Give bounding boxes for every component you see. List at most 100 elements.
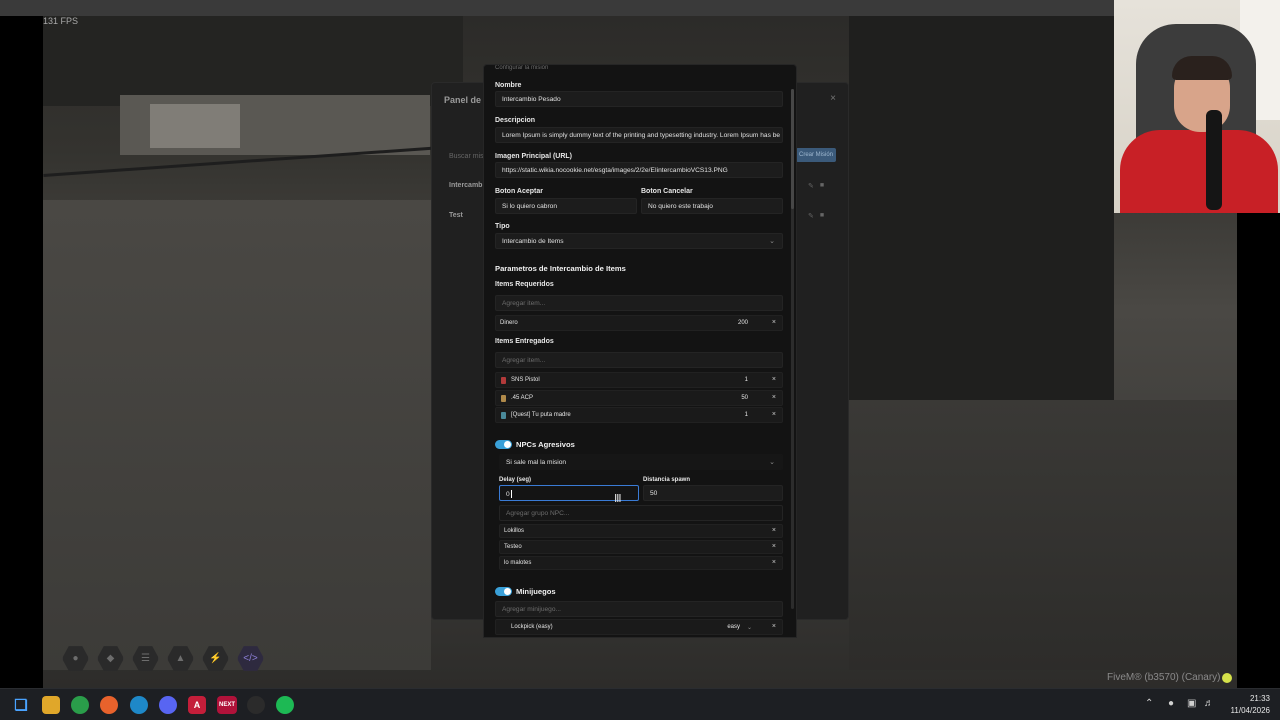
pistol-icon [501,377,506,384]
webcam-person-hair [1172,56,1232,80]
delete-icon[interactable]: ■ [820,212,824,220]
network-icon[interactable]: ▣ [1187,698,1196,709]
add-minigame-input[interactable]: Agregar minijuego... [495,601,783,617]
stamina-icon: ⚡ [202,646,229,671]
mission-row-label[interactable]: Intercamb [449,182,482,189]
hud-bar: ● ◆ ☰ ▲ ⚡ </> [62,645,264,672]
game-titlebar [0,0,1114,16]
add-required-item-input[interactable]: Agregar item... [495,295,783,311]
remove-minigame-icon[interactable]: × [772,623,776,630]
remove-item-icon[interactable]: × [772,394,776,401]
item-quantity[interactable]: 200 [738,320,748,326]
text-cursor-icon: Ⅲ [614,493,622,505]
clock-date: 11/04/2026 [1230,706,1270,715]
npcs-section-title: NPCs Agresivos [516,440,575,449]
file-explorer-icon[interactable] [42,696,60,714]
distance-input[interactable]: 50 [643,485,783,501]
delay-value: 0 [506,490,510,498]
fivem-status-icon [1222,673,1232,683]
item-name: SNS Pistol [511,377,540,383]
nombre-label: Nombre [495,82,522,89]
descripcion-input[interactable]: Lorem Ipsum is simply dummy text of the … [495,127,783,143]
minigame-difficulty[interactable]: easy [727,624,740,630]
delivered-item-row: [Quest] Tu puta madre 1 × [495,407,783,423]
item-quantity[interactable]: 50 [741,395,748,401]
remove-group-icon[interactable]: × [772,527,776,534]
app-a-icon[interactable]: A [188,696,206,714]
github-icon[interactable] [247,696,265,714]
clock-time: 21:33 [1249,694,1270,703]
chrome-icon[interactable] [71,696,89,714]
new-mission-button[interactable]: Crear Misión [796,148,836,162]
remove-item-icon[interactable]: × [772,376,776,383]
item-quantity[interactable]: 1 [745,377,748,383]
scrollbar-thumb[interactable] [791,89,794,209]
health-icon: ● [62,646,89,671]
toggle-knob [504,588,511,595]
windows-start-icon[interactable]: ❏ [12,696,30,714]
missions-search[interactable]: Buscar misi [449,153,485,160]
boton-aceptar-input[interactable]: Si lo quiero cabron [495,198,637,214]
add-delivered-item-input[interactable]: Agregar item... [495,352,783,368]
nombre-input[interactable]: Intercambio Pesado [495,91,783,107]
item-quantity[interactable]: 1 [745,412,748,418]
tipo-label: Tipo [495,223,510,230]
npcs-toggle[interactable] [495,440,512,449]
minigame-name: Lockpick (easy) [511,624,553,630]
remove-item-icon[interactable]: × [772,319,776,326]
npcs-mode-value: Si sale mal la mision [506,459,567,466]
tray-overflow-icon[interactable]: ⌃ [1145,698,1153,709]
chevron-down-icon[interactable]: ⌄ [747,624,752,631]
delivered-item-row: .45 ACP 50 × [495,390,783,406]
remove-group-icon[interactable]: × [772,543,776,550]
edit-icon[interactable]: ✎ [808,212,814,220]
boton-cancelar-label: Boton Cancelar [641,188,693,195]
dev-icon: </> [237,646,264,671]
npc-group-row: Lokillos × [499,524,783,538]
mission-row-actions: ✎ ■ [808,212,824,220]
discord-icon[interactable] [159,696,177,714]
item-name: Dinero [500,320,518,326]
webcam-microphone [1206,110,1222,210]
webcam-overlay [1114,0,1280,213]
tipo-select[interactable]: Intercambio de Items ⌄ [495,233,783,249]
npc-group-row: lo malotes × [499,556,783,570]
remove-item-icon[interactable]: × [772,411,776,418]
edit-icon[interactable]: ✎ [808,182,814,190]
minijuegos-section-title: Minijuegos [516,587,556,596]
scene-building [43,16,463,106]
imagen-url-input[interactable]: https://static.wikia.nocookie.net/esgta/… [495,162,783,178]
scene-barn [849,16,1114,416]
boton-cancelar-input[interactable]: No quiero este trabajo [641,198,783,214]
add-npc-group-input[interactable]: Agregar grupo NPC... [499,505,783,521]
distance-label: Distancia spawn [643,477,691,483]
minijuegos-toggle[interactable] [495,587,512,596]
mission-row-label[interactable]: Test [449,212,463,219]
npcs-mode-select[interactable]: Si sale mal la mision ⌄ [499,454,783,470]
delete-icon[interactable]: ■ [820,182,824,190]
quest-item-icon [501,412,506,419]
volume-icon[interactable]: ♬ [1204,698,1214,709]
firefox-icon[interactable] [100,696,118,714]
taskbar: ❏ A NEXT ⌃ ● ▣ ♬ 21:33 11/04/2026 [0,688,1280,720]
npc-group-name: Lokillos [504,528,525,534]
remove-group-icon[interactable]: × [772,559,776,566]
imagen-label: Imagen Principal (URL) [495,153,573,160]
system-clock[interactable]: 21:33 11/04/2026 [1231,693,1270,717]
scene-ground-left [43,200,431,670]
scene-ground-right [849,400,1237,670]
mission-config-modal: Configurar la misión Nombre Intercambio … [483,64,797,638]
boton-aceptar-label: Boton Aceptar [495,188,543,195]
next-app-icon[interactable]: NEXT [217,696,237,714]
close-icon[interactable]: × [830,93,836,104]
fps-counter: 131 FPS [43,16,79,26]
spotify-icon[interactable] [276,696,294,714]
item-name: [Quest] Tu puta madre [511,412,571,418]
armor-icon: ◆ [97,646,124,671]
item-name: .45 ACP [511,395,534,401]
modal-scrollbar[interactable] [791,89,794,609]
items-entregados-label: Items Entregados [495,338,554,345]
ammo-icon [501,395,506,402]
edge-icon[interactable] [130,696,148,714]
microphone-icon[interactable]: ● [1168,698,1174,709]
